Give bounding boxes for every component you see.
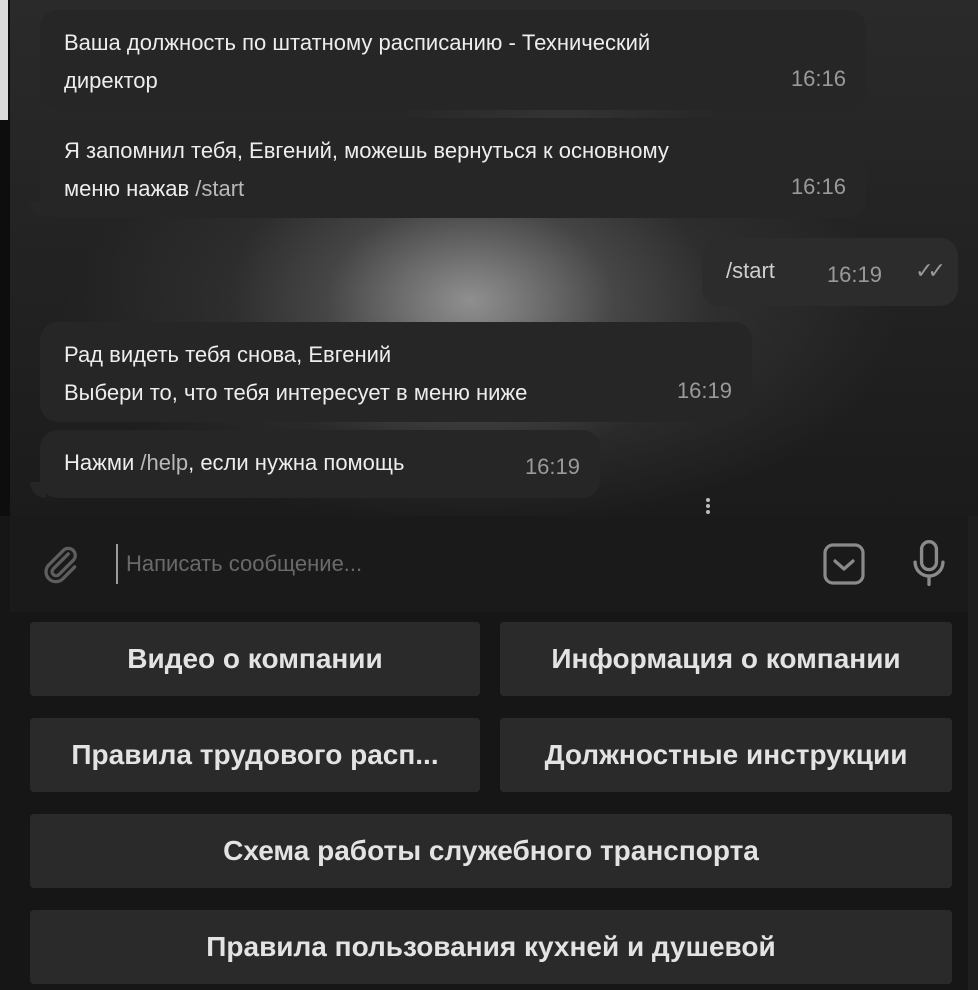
company-info-button[interactable]: Информация о компании <box>500 622 952 696</box>
message-text-line1: Я запомнил тебя, Евгений, можешь вернуть… <box>64 138 669 163</box>
message-time: 16:19 <box>676 378 732 403</box>
message-text-line2: меню нажав /start <box>64 170 844 208</box>
message-bubble: Ваша должность по штатному расписанию - … <box>40 10 866 110</box>
bubble-tail <box>30 482 46 498</box>
message-text-line1: Рад видеть тебя снова, Евгений <box>64 342 392 367</box>
message-text-suffix: , если нужна помощь <box>188 450 405 475</box>
outgoing-message-bubble: /start 16:19 ✓✓ <box>702 238 958 306</box>
message-time: 16:16 <box>790 66 846 91</box>
video-about-company-button[interactable]: Видео о компании <box>30 622 480 696</box>
message-bubble: Нажми /help, если нужна помощь 16:19 <box>40 430 600 498</box>
message-text-prefix: Нажми <box>64 450 141 475</box>
bubble-tail <box>30 202 46 218</box>
message-time: 16:19 <box>524 454 580 479</box>
message-input[interactable] <box>116 544 796 584</box>
kitchen-shower-rules-button[interactable]: Правила пользования кухней и душевой <box>30 910 952 984</box>
edge-highlight <box>0 0 8 120</box>
start-command-link[interactable]: /start <box>195 176 244 201</box>
message-bubble: Рад видеть тебя снова, Евгений Выбери то… <box>40 322 752 422</box>
scroll-indicator[interactable] <box>706 496 712 514</box>
keyboard-toggle-icon[interactable] <box>820 540 868 588</box>
window-right-edge <box>968 516 978 990</box>
message-text-line1: Ваша должность по штатному расписанию - … <box>64 30 651 55</box>
help-command-link[interactable]: /help <box>140 450 188 475</box>
message-bubble: Я запомнил тебя, Евгений, можешь вернуть… <box>40 118 866 218</box>
company-transport-button[interactable]: Схема работы служебного транспорта <box>30 814 952 888</box>
message-time: 16:19 <box>826 262 882 287</box>
message-text-line2: директор <box>64 68 158 93</box>
message-text-prefix: меню нажав <box>64 176 196 201</box>
bot-reply-keyboard: Видео о компании Информация о компании П… <box>10 612 978 990</box>
labor-rules-button[interactable]: Правила трудового расп... <box>30 718 480 792</box>
message-text-line2: Выбери то, что тебя интересует в меню ни… <box>64 380 528 405</box>
read-checkmarks-icon: ✓✓ <box>915 258 946 283</box>
message-time: 16:16 <box>790 174 846 199</box>
message-text: Нажми /help, если нужна помощь <box>64 444 578 482</box>
job-instructions-button[interactable]: Должностные инструкции <box>500 718 952 792</box>
paperclip-icon[interactable] <box>38 542 82 586</box>
chat-area: Ваша должность по штатному расписанию - … <box>0 0 978 516</box>
message-composer <box>10 516 978 612</box>
microphone-icon[interactable] <box>906 538 952 590</box>
